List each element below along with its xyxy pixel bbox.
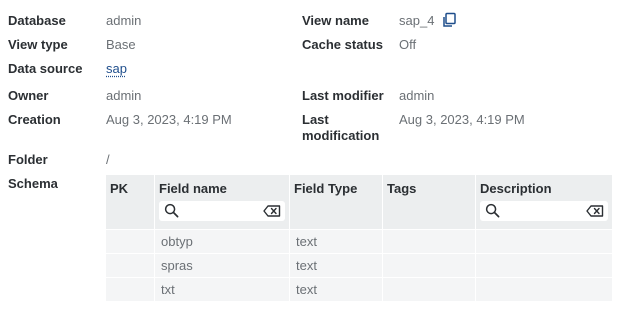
cell-tags [382,229,476,254]
cell-pk [106,253,155,278]
view-name-label: View name [302,13,369,28]
folder-value: / [106,152,110,167]
column-header-field-type[interactable]: Field Type [289,175,383,230]
cell-description [475,253,613,278]
owner-value: admin [106,88,142,103]
clear-input-icon[interactable] [586,205,604,217]
cell-tags [382,253,476,278]
column-header-pk[interactable]: PK [106,175,155,230]
table-row[interactable]: spras text [106,253,613,278]
data-source-label: Data source [8,61,83,76]
creation-value: Aug 3, 2023, 4:19 PM [106,112,232,127]
clear-input-icon[interactable] [263,205,281,217]
schema-table: PK Field name Field Type Tags Descriptio… [106,175,613,301]
last-modification-label-line2: modification [302,128,380,143]
last-modifier-label: Last modifier [302,88,384,103]
description-search-input[interactable] [504,202,582,218]
search-icon [164,203,179,218]
view-type-value: Base [106,37,136,52]
last-modification-value: Aug 3, 2023, 4:19 PM [399,112,525,127]
last-modification-label-line1: Last [302,112,329,127]
data-source-link[interactable]: sap [106,61,127,76]
field-name-search-input[interactable] [183,202,259,218]
table-row[interactable]: obtyp text [106,229,613,254]
cell-description [475,277,613,301]
folder-label: Folder [8,152,48,167]
creation-label: Creation [8,112,61,127]
cell-pk [106,277,155,301]
schema-header-row: PK Field name Field Type Tags Descriptio… [106,175,613,230]
view-type-label: View type [8,37,68,52]
database-value: admin [106,13,142,28]
copy-icon[interactable] [441,12,457,28]
column-header-tags[interactable]: Tags [382,175,476,230]
cell-field-type: text [289,277,383,301]
database-label: Database [8,13,66,28]
column-header-description-label: Description [480,181,552,196]
column-header-tags-label: Tags [387,181,417,196]
cell-field-name: obtyp [154,229,290,254]
search-icon [485,203,500,218]
column-header-description[interactable]: Description [475,175,613,230]
cell-description [475,229,613,254]
cell-field-name: spras [154,253,290,278]
cell-field-type: text [289,229,383,254]
last-modifier-value: admin [399,88,435,103]
cache-status-label: Cache status [302,37,383,52]
schema-label: Schema [8,176,58,191]
owner-label: Owner [8,88,49,103]
cell-tags [382,277,476,301]
view-name-value: sap_4 [399,13,435,28]
cache-status-value: Off [399,37,417,52]
column-header-field-name-label: Field name [159,181,227,196]
last-modification-label: Last modification [302,112,379,144]
description-search [480,201,608,221]
cell-field-type: text [289,253,383,278]
table-row[interactable]: txt text [106,277,613,301]
column-header-field-name[interactable]: Field name [154,175,290,230]
column-header-field-type-label: Field Type [294,181,358,196]
cell-pk [106,229,155,254]
column-header-pk-label: PK [110,181,129,196]
cell-field-name: txt [154,277,290,301]
field-name-search [159,201,285,221]
